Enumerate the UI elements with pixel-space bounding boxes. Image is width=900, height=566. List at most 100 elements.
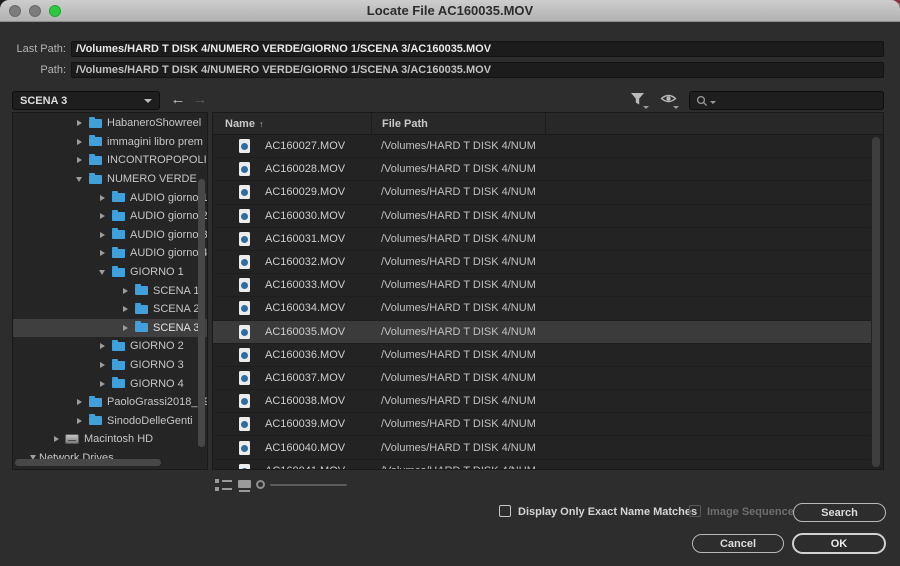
tree-item-paolograssi2018-19[interactable]: PaoloGrassi2018_19 xyxy=(13,393,208,412)
file-row[interactable]: AC160039.MOV/Volumes/HARD T DISK 4/NUME xyxy=(213,413,871,436)
tree-item-giorno-4[interactable]: GIORNO 4 xyxy=(13,374,208,393)
folder-icon xyxy=(112,249,125,258)
tree-item-label: SCENA 1 xyxy=(153,285,199,297)
file-row[interactable]: AC160037.MOV/Volumes/HARD T DISK 4/NUME xyxy=(213,367,871,390)
column-header-name[interactable]: Name↑ xyxy=(213,118,371,130)
file-row[interactable]: AC160027.MOV/Volumes/HARD T DISK 4/NUME xyxy=(213,135,871,158)
zoom-button[interactable] xyxy=(49,5,61,17)
chevron-right-icon[interactable] xyxy=(96,359,108,371)
file-row[interactable]: AC160034.MOV/Volumes/HARD T DISK 4/NUME xyxy=(213,297,871,320)
file-path: /Volumes/HARD T DISK 4/NUME xyxy=(371,349,536,361)
file-row[interactable]: AC160028.MOV/Volumes/HARD T DISK 4/NUME xyxy=(213,158,871,181)
chevron-right-icon[interactable] xyxy=(73,117,85,129)
cancel-button[interactable]: Cancel xyxy=(692,534,784,553)
chevron-right-icon[interactable] xyxy=(119,303,131,315)
chevron-down-icon[interactable] xyxy=(96,266,108,278)
chevron-right-icon[interactable] xyxy=(96,192,108,204)
tree-item-incontropopoli[interactable]: INCONTROPOPOLI xyxy=(13,151,208,170)
preview-eye-icon[interactable] xyxy=(660,92,678,108)
chevron-right-icon[interactable] xyxy=(73,136,85,148)
exact-matches-checkbox[interactable] xyxy=(499,505,511,517)
thumbnail-view-icon[interactable] xyxy=(238,480,251,492)
tree-item-scena-3[interactable]: SCENA 3 xyxy=(13,319,208,338)
column-header-file-path[interactable]: File Path xyxy=(371,113,546,135)
ok-button[interactable]: OK xyxy=(792,533,886,554)
back-arrow-icon[interactable]: ← xyxy=(168,89,188,109)
search-input[interactable] xyxy=(689,91,884,110)
location-dropdown-value: SCENA 3 xyxy=(20,95,67,107)
tree-item-label: Macintosh HD xyxy=(84,433,153,445)
file-name: AC160033.MOV xyxy=(250,279,371,291)
tree-item-giorno-1[interactable]: GIORNO 1 xyxy=(13,263,208,282)
tree-item-giorno-3[interactable]: GIORNO 3 xyxy=(13,356,208,375)
tree-item-scena-2[interactable]: SCENA 2 xyxy=(13,300,208,319)
chevron-right-icon[interactable] xyxy=(96,340,108,352)
sort-ascending-icon: ↑ xyxy=(259,119,264,129)
file-path: /Volumes/HARD T DISK 4/NUME xyxy=(371,465,536,469)
tree-item-giorno-2[interactable]: GIORNO 2 xyxy=(13,337,208,356)
file-row[interactable]: AC160038.MOV/Volumes/HARD T DISK 4/NUME xyxy=(213,390,871,413)
chevron-right-icon[interactable] xyxy=(96,229,108,241)
tree-item-numero-verde[interactable]: NUMERO VERDE xyxy=(13,170,208,189)
file-row[interactable]: AC160035.MOV/Volumes/HARD T DISK 4/NUME xyxy=(213,321,871,344)
file-path: /Volumes/HARD T DISK 4/NUME xyxy=(371,326,536,338)
titlebar[interactable]: Locate File AC160035.MOV xyxy=(0,0,900,22)
folder-icon xyxy=(89,119,102,128)
tree-item-scena-1[interactable]: SCENA 1 xyxy=(13,281,208,300)
tree-vertical-scrollbar[interactable] xyxy=(198,179,205,447)
chevron-right-icon[interactable] xyxy=(119,322,131,334)
file-row[interactable]: AC160031.MOV/Volumes/HARD T DISK 4/NUME xyxy=(213,228,871,251)
file-row[interactable]: AC160036.MOV/Volumes/HARD T DISK 4/NUME xyxy=(213,344,871,367)
chevron-right-icon[interactable] xyxy=(73,154,85,166)
file-rows: AC160027.MOV/Volumes/HARD T DISK 4/NUMEA… xyxy=(213,135,883,469)
tree-item-audio-giorno-4[interactable]: AUDIO giorno 4 xyxy=(13,244,208,263)
movie-file-icon xyxy=(239,209,250,223)
search-button[interactable]: Search xyxy=(793,503,886,522)
tree-item-sinododellegenti[interactable]: SinodoDelleGenti xyxy=(13,412,208,431)
chevron-right-icon[interactable] xyxy=(96,247,108,259)
window-title: Locate File AC160035.MOV xyxy=(367,3,533,18)
folder-icon xyxy=(112,379,125,388)
file-row[interactable]: AC160040.MOV/Volumes/HARD T DISK 4/NUME xyxy=(213,436,871,459)
tree-item-label: HabaneroShowreel xyxy=(107,117,201,129)
file-row[interactable]: AC160041.MOV/Volumes/HARD T DISK 4/NUME xyxy=(213,460,871,469)
chevron-right-icon[interactable] xyxy=(119,285,131,297)
tree-item-immagini-libro-prem[interactable]: immagini libro prem xyxy=(13,133,208,152)
file-path: /Volumes/HARD T DISK 4/NUME xyxy=(371,233,536,245)
file-name: AC160041.MOV xyxy=(250,465,371,469)
tree-item-audio-giorno-2[interactable]: AUDIO giorno 2 xyxy=(13,207,208,226)
file-name: AC160030.MOV xyxy=(250,210,371,222)
file-row[interactable]: AC160033.MOV/Volumes/HARD T DISK 4/NUME xyxy=(213,274,871,297)
file-name: AC160038.MOV xyxy=(250,395,371,407)
close-button[interactable] xyxy=(9,5,21,17)
chevron-right-icon[interactable] xyxy=(73,415,85,427)
tree-horizontal-scrollbar[interactable] xyxy=(15,459,161,466)
file-row[interactable]: AC160032.MOV/Volumes/HARD T DISK 4/NUME xyxy=(213,251,871,274)
zoom-slider-knob[interactable] xyxy=(256,480,265,489)
location-dropdown[interactable]: SCENA 3 xyxy=(12,91,160,110)
forward-arrow-icon[interactable]: → xyxy=(190,89,210,109)
folder-icon xyxy=(135,323,148,332)
tree-item-audio-giorno-1[interactable]: AUDIO giorno 1 xyxy=(13,188,208,207)
file-name: AC160029.MOV xyxy=(250,186,371,198)
list-view-icon[interactable] xyxy=(215,479,232,492)
tree-item-habaneroshowreel[interactable]: HabaneroShowreel xyxy=(13,114,208,133)
chevron-right-icon[interactable] xyxy=(96,378,108,390)
tree-item-label: INCONTROPOPOLI xyxy=(107,154,207,166)
minimize-button[interactable] xyxy=(29,5,41,17)
file-name: AC160040.MOV xyxy=(250,442,371,454)
chevron-down-icon[interactable] xyxy=(73,173,85,185)
tree-item-macintosh-hd[interactable]: Macintosh HD xyxy=(13,430,208,449)
search-caret-icon xyxy=(710,101,716,104)
tree-item-label: NUMERO VERDE xyxy=(107,173,197,185)
zoom-slider-track[interactable] xyxy=(270,484,347,486)
tree-item-label: PaoloGrassi2018_19 xyxy=(107,396,208,408)
chevron-right-icon[interactable] xyxy=(50,433,62,445)
tree-item-audio-giorno-3[interactable]: AUDIO giorno 3 xyxy=(13,226,208,245)
filter-funnel-icon[interactable] xyxy=(630,92,648,108)
chevron-right-icon[interactable] xyxy=(96,210,108,222)
file-row[interactable]: AC160029.MOV/Volumes/HARD T DISK 4/NUME xyxy=(213,181,871,204)
list-vertical-scrollbar[interactable] xyxy=(872,137,880,467)
file-row[interactable]: AC160030.MOV/Volumes/HARD T DISK 4/NUME xyxy=(213,205,871,228)
chevron-right-icon[interactable] xyxy=(73,396,85,408)
